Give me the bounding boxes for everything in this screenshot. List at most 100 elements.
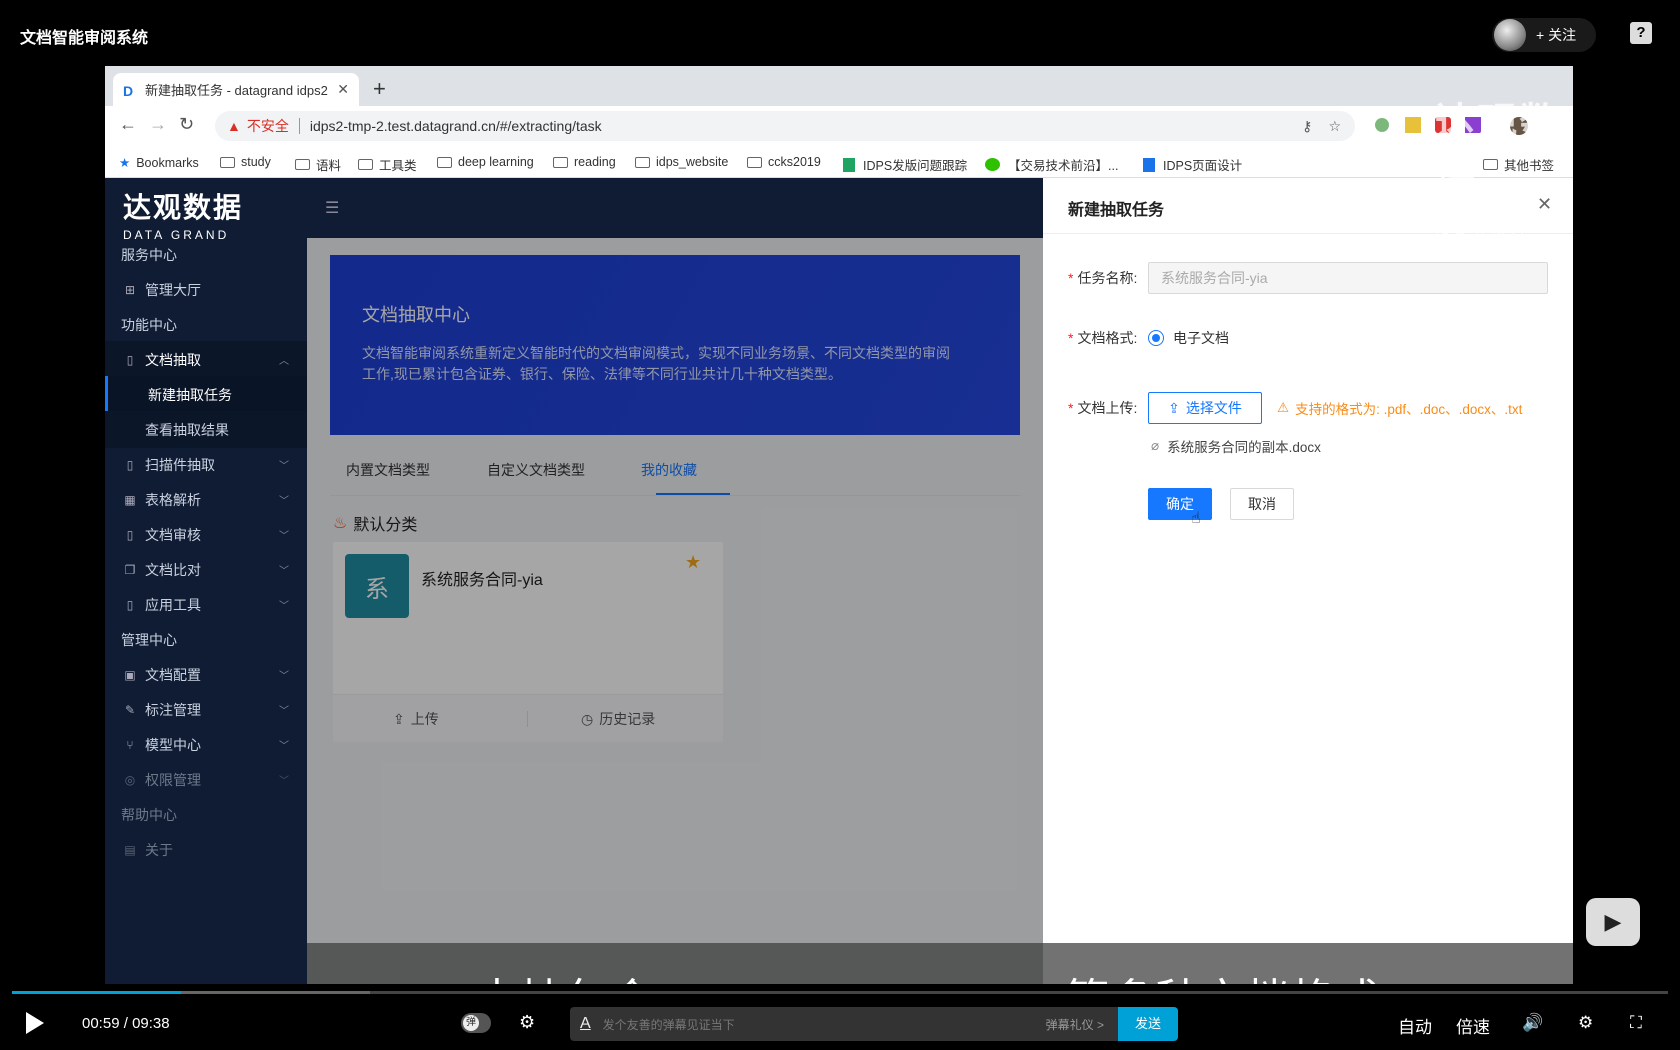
doc-format-label: * 文档格式:: [1068, 330, 1138, 346]
chevron-down-icon: ﹀: [279, 671, 289, 682]
quality-button[interactable]: 自动: [1398, 1013, 1432, 1038]
bookmark-folder[interactable]: reading: [553, 155, 616, 169]
format-radio-dot: [1152, 334, 1160, 342]
select-file-button[interactable]: ⇪ 选择文件: [1148, 392, 1262, 424]
chevron-down-icon: ﹀: [279, 496, 289, 507]
sidebar-item-models[interactable]: ⑂ 模型中心 ﹀: [105, 726, 307, 763]
video-frame[interactable]: D 新建抽取任务 - datagrand idps2 ✕ + ← → ↻ ▲ 不…: [105, 66, 1573, 984]
sidebar-item-compare[interactable]: ❐ 文档比对 ﹀: [105, 551, 307, 588]
danmaku-input[interactable]: A 发个友善的弹幕见证当下 弹幕礼仪 >: [570, 1007, 1118, 1041]
sidebar-item-review[interactable]: ▯ 文档审核 ﹀: [105, 516, 307, 553]
sidebar-group-service: 服务中心: [121, 246, 177, 263]
chevron-up-icon: ︿: [279, 356, 289, 367]
sidebar-item-dashboard[interactable]: ⊞ 管理大厅: [105, 271, 307, 308]
reload-icon[interactable]: ↻: [179, 114, 194, 135]
task-name-input[interactable]: 系统服务合同-yia: [1148, 262, 1548, 294]
bookmark-folder[interactable]: ccks2019: [747, 155, 821, 169]
play-icon[interactable]: [26, 1012, 44, 1034]
sidebar-group-manage: 管理中心: [121, 631, 177, 648]
help-icon[interactable]: ?: [1630, 22, 1652, 44]
url-bar[interactable]: ▲ 不安全 idps2-tmp-2.test.datagrand.cn/#/ex…: [215, 111, 1355, 141]
bookmark-item[interactable]: IDPS发版问题跟踪: [843, 155, 967, 174]
sheets-icon: [843, 157, 855, 172]
drawer-title: 新建抽取任务: [1068, 202, 1165, 219]
format-hint: ⚠ 支持的格式为: .pdf、.doc、.docx、.txt: [1277, 400, 1523, 417]
cancel-button[interactable]: 取消: [1230, 488, 1294, 520]
chevron-down-icon: ﹀: [279, 776, 289, 787]
folder-icon: [553, 156, 568, 168]
extension-icon[interactable]: [1405, 117, 1421, 133]
document-icon: ▯: [126, 527, 134, 542]
grid-icon: ⊞: [124, 282, 136, 297]
format-radio-label[interactable]: 电子文档: [1173, 328, 1229, 348]
star-icon[interactable]: ☆: [1328, 118, 1341, 135]
bookmarks-bar: ★ Bookmarks study 语料 工具类 deep learning re…: [105, 146, 1573, 178]
logo-cn: 达观数据: [123, 192, 244, 223]
fullscreen-icon[interactable]: ⛶: [1630, 1013, 1642, 1033]
extension-icon[interactable]: [1375, 118, 1389, 132]
sidebar-item-permissions[interactable]: ◎ 权限管理 ﹀: [105, 761, 307, 798]
sidebar-item-scan-extract[interactable]: ▯ 扫描件抽取 ﹀: [105, 446, 307, 483]
uploaded-file[interactable]: ⌀ 系统服务合同的副本.docx: [1151, 436, 1321, 456]
document-icon: ▯: [126, 352, 134, 367]
sidebar-item-tools[interactable]: ▯ 应用工具 ﹀: [105, 586, 307, 623]
upload-label: * 文档上传:: [1068, 400, 1138, 416]
branch-icon: ⑂: [126, 737, 134, 752]
folder-icon: [220, 156, 235, 168]
confirm-button[interactable]: 确定: [1148, 488, 1212, 520]
subtitle-text: 支持包含WORD、PDF、TXT等多种文档格式: [307, 943, 1573, 984]
browser-tabbar: D 新建抽取任务 - datagrand idps2 ✕ +: [105, 66, 1573, 106]
text-style-icon[interactable]: A: [580, 1015, 591, 1033]
bookmark-folder[interactable]: study: [220, 155, 271, 169]
sidebar-item-table-parse[interactable]: ▦ 表格解析 ﹀: [105, 481, 307, 518]
bookmark-folder[interactable]: idps_website: [635, 155, 728, 169]
datagrand-favicon-icon: D: [123, 82, 134, 99]
follow-label: + 关注: [1536, 27, 1577, 43]
url-separator: [298, 118, 300, 134]
avatar[interactable]: [1494, 19, 1526, 51]
bookmark-item[interactable]: ★ Bookmarks: [119, 155, 199, 171]
tv-icon[interactable]: ▶: [1586, 898, 1640, 946]
chevron-down-icon: ﹀: [279, 706, 289, 717]
folder-icon: [358, 159, 373, 170]
sidebar-group-help: 帮助中心: [121, 806, 177, 823]
danmaku-toggle[interactable]: 弹: [461, 1013, 491, 1033]
sidebar-item-about[interactable]: ▤ 关于: [105, 831, 307, 868]
bookmark-folder[interactable]: deep learning: [437, 155, 534, 169]
forward-icon[interactable]: →: [149, 114, 167, 135]
sidebar-item-doc-config[interactable]: ▣ 文档配置 ﹀: [105, 656, 307, 693]
send-button[interactable]: 发送: [1118, 1007, 1178, 1041]
sidebar-item-annotation[interactable]: ✎ 标注管理 ﹀: [105, 691, 307, 728]
danmaku-settings-icon[interactable]: ⚙: [519, 1012, 535, 1033]
sidebar-item-extract[interactable]: ▯ 文档抽取 ︿: [105, 341, 307, 378]
bookmark-item[interactable]: IDPS页面设计: [1143, 155, 1242, 174]
edit-icon: ✎: [124, 702, 136, 717]
time-display: 00:59 / 09:38: [82, 1015, 170, 1032]
config-icon: ▣: [124, 667, 136, 682]
back-icon[interactable]: ←: [119, 114, 137, 135]
warning-icon: ▲: [227, 118, 241, 134]
warning-icon: ⚠: [1277, 400, 1290, 415]
close-tab-icon[interactable]: ✕: [337, 81, 349, 98]
doc-icon: [1143, 157, 1155, 172]
bookmark-folder[interactable]: 语料: [295, 155, 341, 174]
chevron-down-icon: ﹀: [279, 741, 289, 752]
sidebar-item-view-results[interactable]: 查看抽取结果: [105, 411, 307, 448]
folder-icon: [437, 156, 452, 168]
follow-button[interactable]: + 关注: [1492, 18, 1596, 52]
logo: 达观数据 DATA GRAND: [123, 186, 243, 242]
bookmark-item[interactable]: 【交易技术前沿】...: [985, 155, 1118, 174]
browser-tab[interactable]: D 新建抽取任务 - datagrand idps2 ✕: [113, 73, 359, 106]
sidebar-item-new-task[interactable]: 新建抽取任务: [105, 376, 307, 413]
new-tab-button[interactable]: +: [373, 76, 386, 102]
settings-icon[interactable]: ⚙: [1578, 1013, 1593, 1033]
wechat-icon: [985, 158, 1000, 171]
danmaku-etiquette-link[interactable]: 弹幕礼仪 >: [1046, 1016, 1104, 1033]
copy-icon: ❐: [124, 562, 136, 577]
speed-button[interactable]: 倍速: [1456, 1013, 1490, 1038]
menu-collapse-icon[interactable]: ☰: [325, 198, 339, 218]
folder-icon: [747, 156, 762, 168]
volume-icon[interactable]: 🔊: [1522, 1013, 1543, 1033]
key-icon[interactable]: ⚷: [1302, 118, 1312, 135]
bookmark-folder[interactable]: 工具类: [358, 155, 417, 174]
